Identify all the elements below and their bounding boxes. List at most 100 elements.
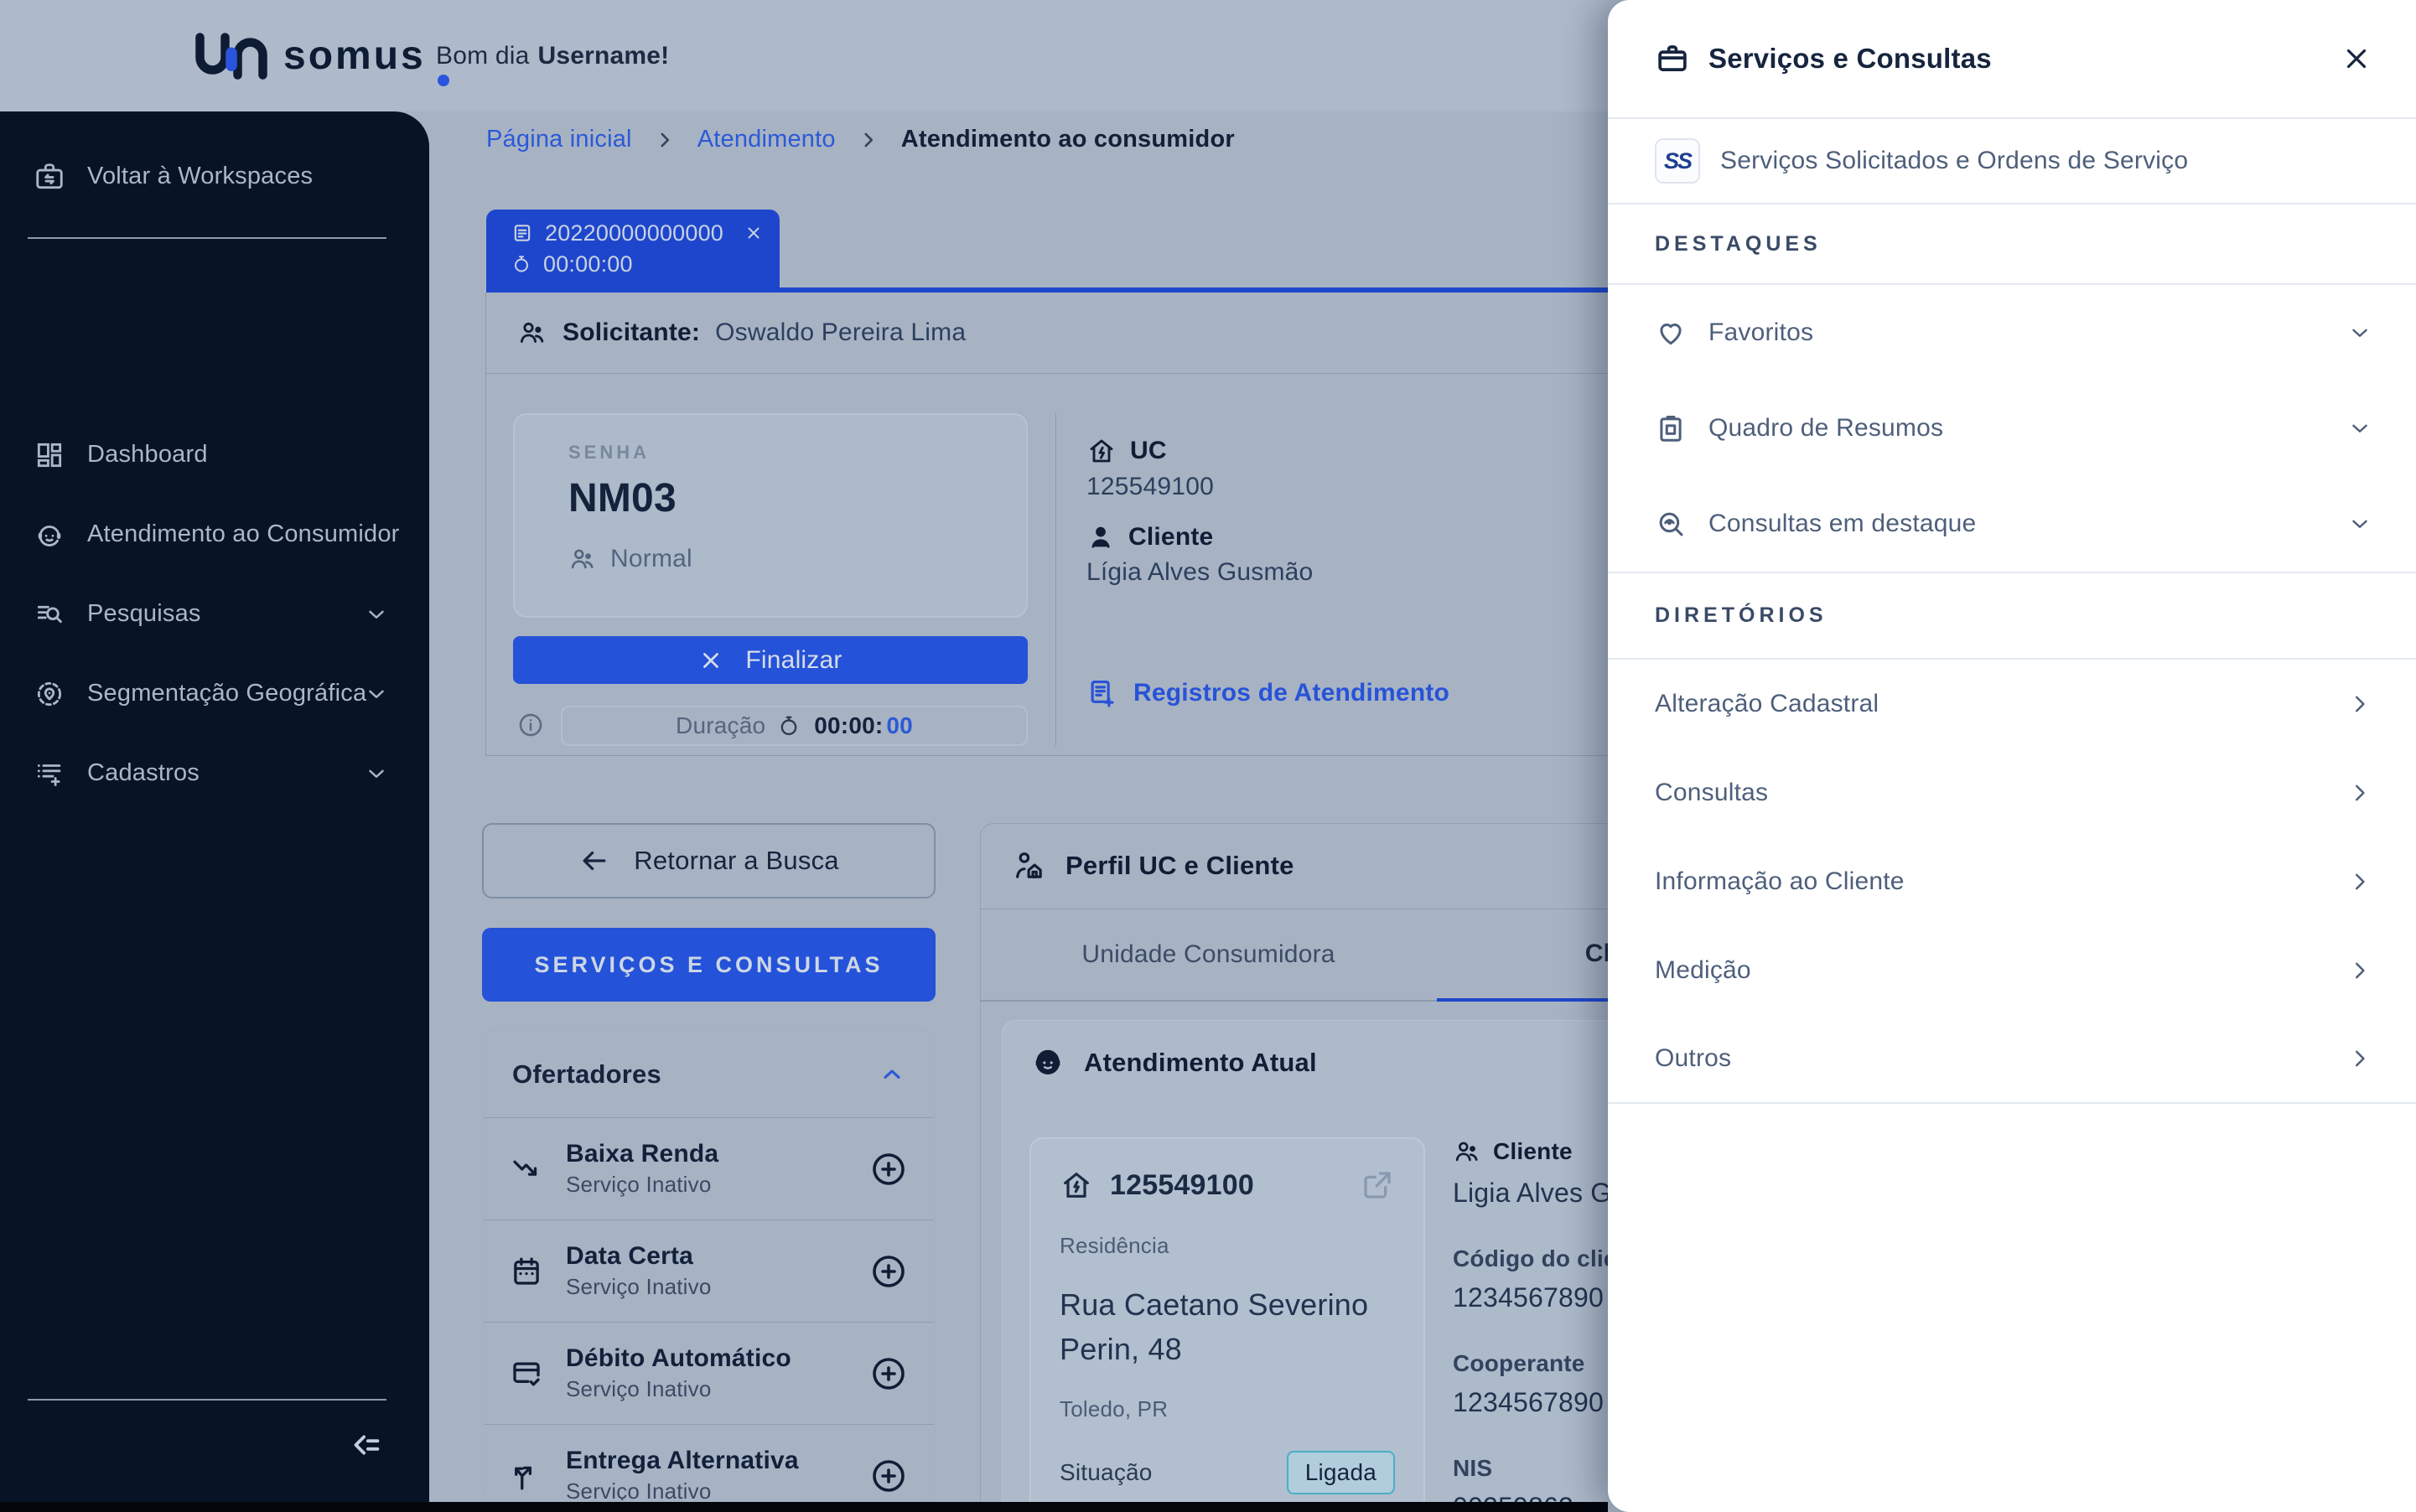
panel-item-alteracao-cadastral[interactable]: Alteração Cadastral <box>1608 660 2416 748</box>
ofertadores-panel: Ofertadores Baixa Renda Serviço Inativo … <box>482 1029 936 1502</box>
ofertador-status: Serviço Inativo <box>566 1172 712 1197</box>
uc-cliente-block: UC 125549100 Cliente Lígia Alves Gusmão <box>1086 436 1313 608</box>
retornar-busca-button[interactable]: Retornar a Busca <box>482 823 936 898</box>
uc-value: 125549100 <box>1086 473 1214 500</box>
info-icon <box>516 711 545 739</box>
duracao-seconds: 00 <box>886 712 913 738</box>
cliente-value: Lígia Alves Gusmão <box>1086 558 1314 586</box>
tab-label: Unidade Consumidora <box>1081 940 1335 968</box>
panel-item-consultas[interactable]: Consultas <box>1608 748 2416 837</box>
breadcrumb-link-atendimento[interactable]: Atendimento <box>697 126 836 153</box>
close-icon <box>698 648 723 673</box>
panel-item-consultas-destaque[interactable]: Consultas em destaque <box>1608 476 2416 572</box>
situacao-label: Situação <box>1060 1459 1153 1485</box>
cliente-info-label: Cliente <box>1493 1138 1573 1164</box>
panel-item-favoritos[interactable]: Favoritos <box>1608 285 2416 381</box>
panel-item-label: Informação ao Cliente <box>1655 867 1905 895</box>
chevron-right-icon <box>2347 1046 2372 1071</box>
servicos-solicitados-label: Serviços Solicitados e Ordens de Serviço <box>1720 147 2189 174</box>
breadcrumb-link-pagina-inicial[interactable]: Página inicial <box>486 126 632 153</box>
situacao-badge: Ligada <box>1286 1451 1395 1494</box>
ofertadores-header[interactable]: Ofertadores <box>484 1031 934 1117</box>
finalizar-button[interactable]: Finalizar <box>513 636 1028 684</box>
ofertadores-title: Ofertadores <box>512 1059 661 1089</box>
sidebar-item-label: Segmentação Geográfica <box>87 680 367 707</box>
person-house-icon <box>1012 848 1047 883</box>
plus-circle-icon[interactable] <box>868 1251 909 1292</box>
ofertador-name: Débito Automático <box>566 1344 791 1372</box>
tab-unidade-consumidora[interactable]: Unidade Consumidora <box>980 909 1437 1002</box>
cliente-label: Cliente <box>1128 523 1214 551</box>
drawer-header: Serviços e Consultas <box>1608 0 2416 119</box>
ofertador-row-entrega-alternativa: Entrega Alternativa Serviço Inativo <box>484 1424 934 1500</box>
retornar-label: Retornar a Busca <box>634 846 839 875</box>
plus-circle-icon[interactable] <box>868 1456 909 1496</box>
somus-logo: somus <box>191 0 449 111</box>
panel-item-quadro-resumos[interactable]: Quadro de Resumos <box>1608 381 2416 476</box>
senha-tipo: Normal <box>610 545 692 572</box>
document-icon <box>511 222 533 244</box>
registros-label: Registros de Atendimento <box>1133 679 1450 707</box>
sidebar-item-label: Atendimento ao Consumidor <box>87 520 400 547</box>
senha-card: SENHA NM03 Normal <box>513 413 1028 618</box>
panel-item-informacao-cliente[interactable]: Informação ao Cliente <box>1608 837 2416 926</box>
briefcase-icon <box>1655 41 1690 76</box>
search-list-icon <box>34 598 65 630</box>
external-link-icon[interactable] <box>1360 1168 1395 1203</box>
sidebar-item-atendimento-consumidor[interactable]: Atendimento ao Consumidor <box>0 495 429 574</box>
uc-detail-number: 125549100 <box>1110 1168 1254 1201</box>
panel-item-label: Outros <box>1655 1044 1732 1072</box>
split-arrows-icon <box>509 1458 546 1494</box>
stopwatch-icon <box>511 254 531 274</box>
plus-circle-icon[interactable] <box>868 1149 909 1189</box>
collapse-sidebar-icon[interactable] <box>347 1426 386 1464</box>
panel-item-label: Consultas <box>1655 779 1769 806</box>
chevron-down-icon <box>2347 416 2372 441</box>
panel-item-label: Medição <box>1655 956 1751 984</box>
session-tab[interactable]: 20220000000000 00:00:00 <box>486 210 780 287</box>
chevron-down-icon <box>364 602 389 627</box>
sidebar-item-voltar-workspaces[interactable]: Voltar à Workspaces <box>0 137 429 216</box>
sidebar-item-dashboard[interactable]: Dashboard <box>0 415 429 495</box>
chevron-down-icon <box>2347 320 2372 345</box>
close-tab-icon[interactable] <box>744 223 764 243</box>
duracao-display: Duração 00:00: 00 <box>561 706 1028 746</box>
sidebar-item-pesquisas[interactable]: Pesquisas <box>0 574 429 654</box>
users-icon <box>1453 1137 1481 1166</box>
session-tab-id: 20220000000000 <box>545 220 724 246</box>
greeting-prefix: Bom dia <box>436 41 530 70</box>
geo-pin-icon <box>34 678 65 710</box>
panel-item-label: Favoritos <box>1708 318 1814 346</box>
document-plus-icon <box>1086 677 1118 709</box>
panel-item-label: Alteração Cadastral <box>1655 690 1879 717</box>
somus-logo-mark-icon <box>191 30 272 82</box>
ofertador-row-debito-automatico: Débito Automático Serviço Inativo <box>484 1322 934 1424</box>
chevron-right-icon <box>858 129 879 151</box>
panel-item-label: Quadro de Resumos <box>1708 414 1944 442</box>
chevron-right-icon <box>2347 869 2372 894</box>
duracao-time: 00:00: <box>814 712 884 738</box>
greeting-username: Username! <box>537 41 670 70</box>
house-icon <box>1060 1168 1093 1202</box>
sidebar-divider <box>28 237 386 239</box>
servicos-consultas-button[interactable]: SERVIÇOS E CONSULTAS <box>482 928 936 1002</box>
column-divider <box>1055 413 1056 746</box>
ofertador-status: Serviço Inativo <box>566 1274 712 1299</box>
panel-item-medicao[interactable]: Medição <box>1608 926 2416 1015</box>
stopwatch-icon <box>777 714 801 738</box>
plus-circle-icon[interactable] <box>868 1354 909 1394</box>
registros-atendimento-link[interactable]: Registros de Atendimento <box>1086 677 1449 709</box>
sidebar-item-label: Dashboard <box>87 441 208 468</box>
close-icon[interactable] <box>2341 43 2372 75</box>
breadcrumb: Página inicial Atendimento Atendimento a… <box>486 126 1235 153</box>
drawer-title: Serviços e Consultas <box>1708 43 1992 74</box>
headset-agent-icon <box>1030 1045 1065 1080</box>
heart-icon <box>1655 317 1687 349</box>
servicos-solicitados-item[interactable]: SS Serviços Solicitados e Ordens de Serv… <box>1608 119 2416 205</box>
panel-item-outros[interactable]: Outros <box>1608 1015 2416 1104</box>
solicitante-name: Oswaldo Pereira Lima <box>715 318 967 346</box>
sidebar-item-cadastros[interactable]: Cadastros <box>0 733 429 813</box>
ofertador-row-data-certa: Data Certa Serviço Inativo <box>484 1219 934 1322</box>
sidebar-item-segmentacao-geografica[interactable]: Segmentação Geográfica <box>0 654 429 733</box>
destaques-section-label: DESTAQUES <box>1608 205 2416 285</box>
